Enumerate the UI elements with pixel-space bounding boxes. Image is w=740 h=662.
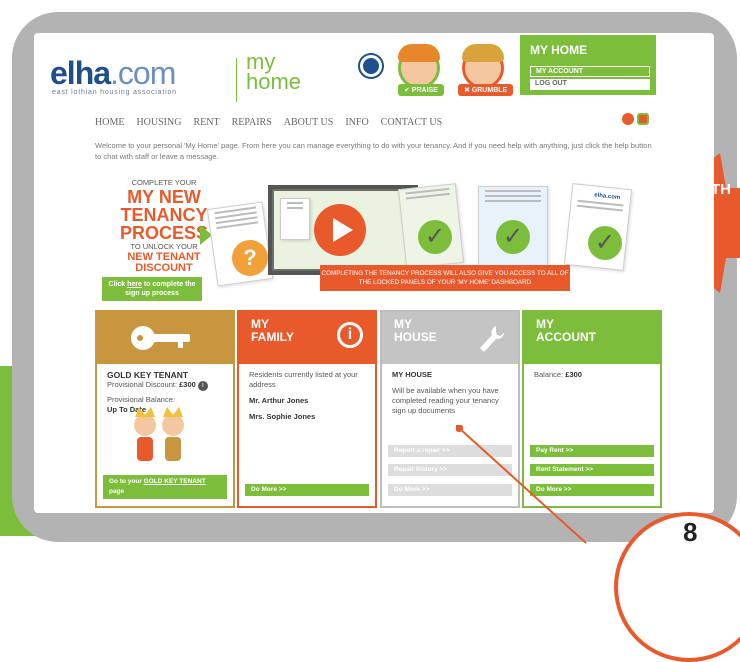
welcome-text: Welcome to your personal 'My Home' page.… xyxy=(95,141,652,161)
discount-value: £300 xyxy=(179,380,196,389)
help-icon[interactable] xyxy=(637,113,649,125)
sign-up-button[interactable]: Click here to complete the sign up proce… xyxy=(102,277,202,301)
nav-contact-us[interactable]: CONTACT US xyxy=(381,117,443,128)
grumble-button[interactable]: ✖ GRUMBLE xyxy=(458,84,514,96)
callout-arrow-text: TH xyxy=(711,181,731,198)
nav-info[interactable]: INFO xyxy=(345,117,368,128)
my-house-card-body: MY HOUSE Will be available when you have… xyxy=(382,364,518,422)
my-house-card-header: MY HOUSE xyxy=(382,312,518,364)
tenancy-banner: COMPLETING THE TENANCY PROCESS WILL ALSO… xyxy=(320,265,570,291)
document-icon xyxy=(280,198,310,240)
my-home-wordmark: my home xyxy=(246,51,302,94)
my-account-card-header: MY ACCOUNT xyxy=(524,312,660,364)
callout-pointer-line xyxy=(456,425,587,544)
logo-divider xyxy=(236,58,237,102)
nav-housing[interactable]: HOUSING xyxy=(136,117,181,128)
logo-subtitle: east lothian housing association xyxy=(52,89,177,96)
my-family-card-header: MY FAMILY i xyxy=(239,312,375,364)
click-here-link[interactable]: here xyxy=(127,281,142,288)
logo-text: elha xyxy=(50,55,111,91)
tenancy-discount: NEW TENANT DISCOUNT xyxy=(127,251,201,274)
myhome-line2: home xyxy=(246,69,302,94)
account-panel-title: MY HOME xyxy=(530,43,588,57)
my-account-card-body: Balance: £300 xyxy=(524,364,660,386)
nav-repairs[interactable]: REPAIRS xyxy=(232,117,272,128)
checkmark-icon: ✓ xyxy=(418,220,452,254)
grumble-face-icon[interactable] xyxy=(462,44,504,89)
resident-item: Mrs. Sophie Jones xyxy=(249,412,316,421)
account-balance-label: Balance: xyxy=(534,370,566,379)
question-mark-icon: ? xyxy=(232,240,268,276)
gold-btn-pre: Go to your xyxy=(109,478,144,485)
gold-btn-post: page xyxy=(109,488,125,495)
provisional-discount: Provisional Discount: £300 i xyxy=(107,380,223,391)
family-do-more-button[interactable]: Do More >> xyxy=(245,484,369,496)
family-desc: Residents currently listed at your addre… xyxy=(249,370,358,389)
my-family-card-body: Residents currently listed at your addre… xyxy=(239,364,375,428)
praise-face-icon[interactable] xyxy=(398,44,440,89)
elha-logo[interactable]: elha.com xyxy=(50,55,176,92)
kids-illustration-icon xyxy=(134,407,184,461)
info-icon[interactable]: i xyxy=(197,381,208,391)
gold-key-page-button[interactable]: Go to your GOLD KEY TENANT page xyxy=(103,475,227,499)
checkmark-icon: ✓ xyxy=(496,220,530,254)
wrench-icon xyxy=(480,326,504,352)
discount-label: Provisional Discount: xyxy=(107,380,180,389)
account-balance-value: £300 xyxy=(565,370,582,379)
key-icon xyxy=(131,326,190,350)
collapse-icon[interactable] xyxy=(622,113,634,125)
gold-key-card-header xyxy=(97,312,233,364)
click-pre: Click xyxy=(108,281,128,288)
my-account-link[interactable]: MY ACCOUNT xyxy=(530,66,650,77)
nav-rent[interactable]: RENT xyxy=(193,117,219,128)
logout-link[interactable]: LOG OUT xyxy=(530,79,650,90)
house-title: MY HOUSE xyxy=(392,370,432,379)
logo-dotcom: .com xyxy=(110,55,176,91)
checkmark-icon: ✓ xyxy=(588,226,622,260)
nav-home[interactable]: HOME xyxy=(95,117,124,128)
account-head2: ACCOUNT xyxy=(536,330,596,344)
nav-icons xyxy=(622,113,649,125)
gold-key-badge-icon xyxy=(360,55,382,77)
praise-button[interactable]: ✔ PRAISE xyxy=(398,84,444,96)
play-icon xyxy=(333,218,353,242)
nav-about-us[interactable]: ABOUT US xyxy=(284,117,334,128)
my-family-card: MY FAMILY i Residents currently listed at … xyxy=(237,310,377,508)
balance-label: Provisional Balance: xyxy=(107,395,175,404)
gold-key-card: GOLD KEY TENANT Provisional Discount: £3… xyxy=(95,310,235,508)
tenancy-line1: COMPLETE YOUR xyxy=(131,178,197,187)
house-desc: Will be available when you have complete… xyxy=(392,386,499,415)
gold-key-link[interactable]: GOLD KEY TENANT xyxy=(144,478,206,485)
main-nav: HOME HOUSING RENT REPAIRS ABOUT US INFO … xyxy=(95,117,442,128)
resident-item: Mr. Arthur Jones xyxy=(249,396,309,405)
gold-key-title: GOLD KEY TENANT xyxy=(107,370,189,380)
info-icon[interactable]: i xyxy=(337,322,363,348)
